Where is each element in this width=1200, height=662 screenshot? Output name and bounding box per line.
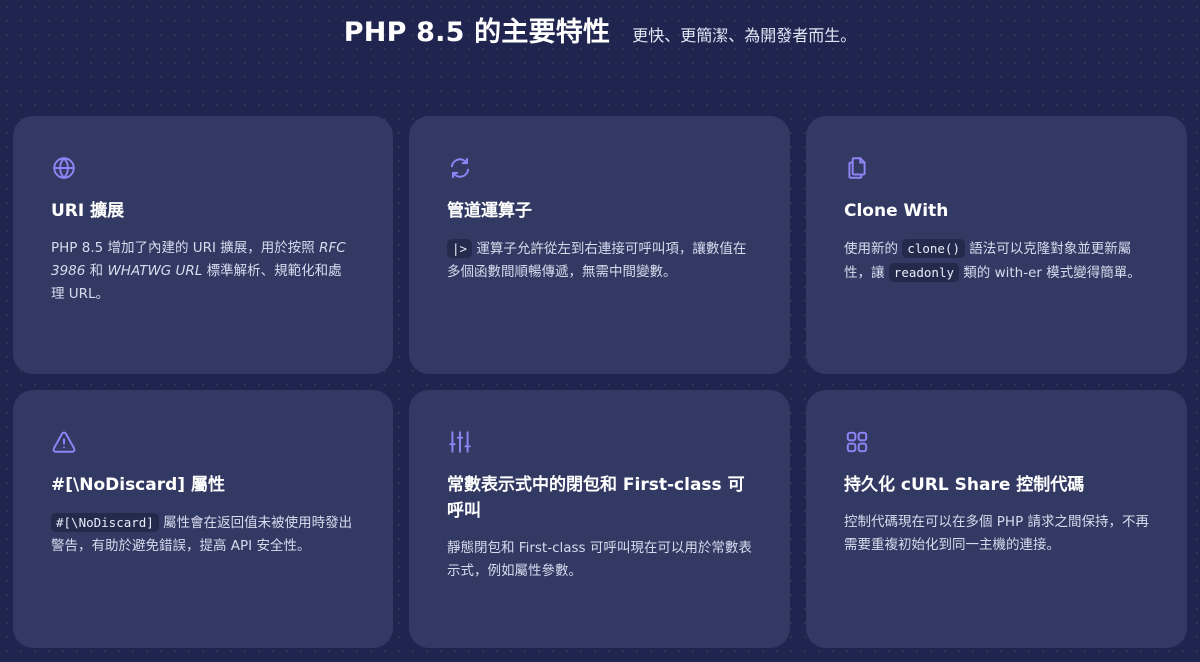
card-title: 常數表示式中的閉包和 First-class 可呼叫 xyxy=(447,475,745,521)
card-title: URI 擴展 xyxy=(51,201,125,221)
inline-code: #[\NoDiscard] xyxy=(51,513,159,532)
feature-card-pipe-operator: 管道運算子 |> 運算子允許從左到右連接可呼叫項，讓數值在多個函數間順暢傳遞，無… xyxy=(409,116,790,374)
card-description: #[\NoDiscard] 屬性會在返回值未被使用時發出警告，有助於避免錯誤，提… xyxy=(51,513,353,554)
grid-icon xyxy=(844,429,870,455)
card-title: Clone With xyxy=(844,201,949,221)
card-title: 持久化 cURL Share 控制代碼 xyxy=(844,475,1085,495)
card-description: PHP 8.5 增加了內建的 URI 擴展，用於按照 RFC 3986 和 WH… xyxy=(51,240,346,302)
feature-card-clone-with: Clone With 使用新的 clone() 語法可以克隆對象並更新屬性，讓 … xyxy=(806,116,1187,374)
card-description: 靜態閉包和 First-class 可呼叫現在可以用於常數表示式，例如屬性參數。 xyxy=(447,540,752,579)
refresh-icon xyxy=(447,155,473,181)
card-description: |> 運算子允許從左到右連接可呼叫項，讓數值在多個函數間順暢傳遞，無需中間變數。 xyxy=(447,239,747,280)
feature-card-uri: URI 擴展 PHP 8.5 增加了內建的 URI 擴展，用於按照 RFC 39… xyxy=(13,116,393,374)
page-title: PHP 8.5 的主要特性 xyxy=(343,17,611,48)
globe-icon xyxy=(51,155,77,181)
copy-icon xyxy=(844,155,870,181)
card-title: #[\NoDiscard] 屬性 xyxy=(51,475,225,495)
card-title: 管道運算子 xyxy=(447,201,532,221)
feature-grid: URI 擴展 PHP 8.5 增加了內建的 URI 擴展，用於按照 RFC 39… xyxy=(13,116,1200,650)
inline-code: |> xyxy=(447,239,473,258)
inline-code: readonly xyxy=(888,263,960,282)
page-subtitle: 更快、更簡潔、為開發者而生。 xyxy=(632,26,857,45)
warning-icon xyxy=(51,429,77,455)
inline-code: clone() xyxy=(902,239,965,258)
feature-card-nodiscard: #[\NoDiscard] 屬性 #[\NoDiscard] 屬性會在返回值未被… xyxy=(13,390,393,648)
feature-card-curl-share: 持久化 cURL Share 控制代碼 控制代碼現在可以在多個 PHP 請求之間… xyxy=(806,390,1187,648)
card-description: 控制代碼現在可以在多個 PHP 請求之間保持，不再需要重複初始化到同一主機的連接… xyxy=(844,514,1150,553)
sliders-icon xyxy=(447,429,473,455)
feature-card-closures-const-expr: 常數表示式中的閉包和 First-class 可呼叫 靜態閉包和 First-c… xyxy=(409,390,790,648)
card-description: 使用新的 clone() 語法可以克隆對象並更新屬性，讓 readonly 類的… xyxy=(844,239,1141,282)
page-header: PHP 8.5 的主要特性 更快、更簡潔、為開發者而生。 xyxy=(0,10,1200,50)
